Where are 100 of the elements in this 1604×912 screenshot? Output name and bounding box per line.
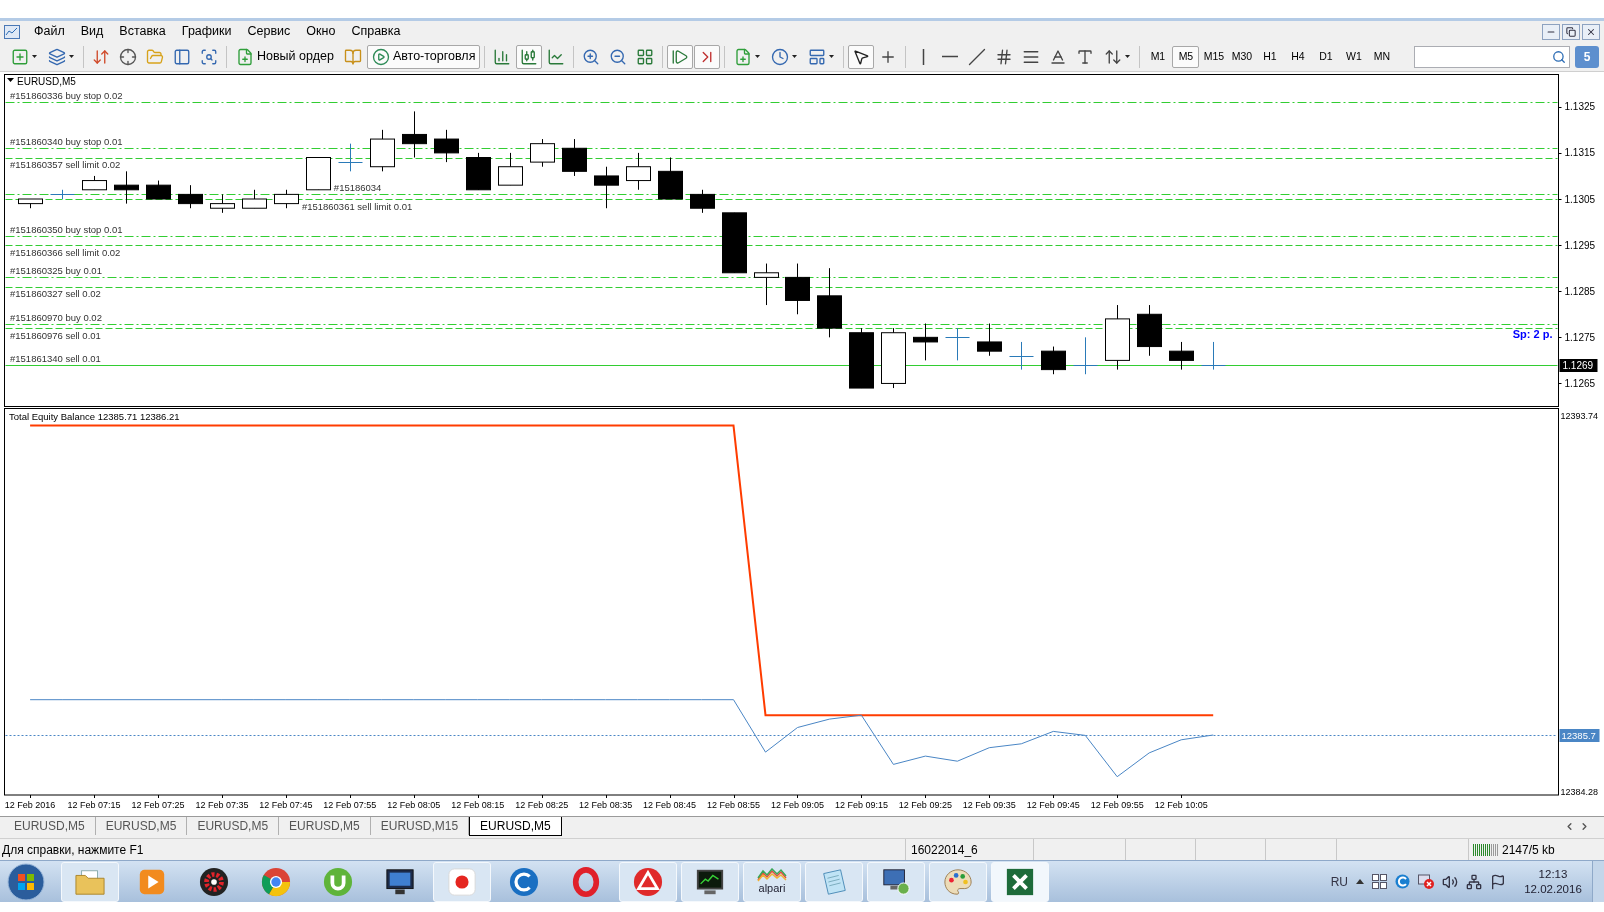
chart-tab[interactable]: EURUSD,M5 bbox=[4, 817, 96, 835]
candle-wick bbox=[542, 138, 543, 168]
restore-icon bbox=[1566, 26, 1576, 37]
candle bbox=[1137, 313, 1162, 348]
candle bbox=[498, 166, 523, 186]
candle-wick bbox=[638, 152, 639, 191]
autotrading-button[interactable]: Авто-торговля bbox=[366, 44, 481, 69]
candle bbox=[594, 175, 619, 186]
menu-item[interactable]: Сервис bbox=[239, 21, 299, 42]
candle-wick bbox=[1181, 341, 1182, 371]
candle bbox=[562, 147, 587, 172]
time-label: 12 Feb 09:55 bbox=[1090, 800, 1144, 810]
triangle-icon[interactable] bbox=[1356, 879, 1364, 884]
autoscroll-button[interactable] bbox=[694, 44, 721, 69]
panel-icon bbox=[173, 47, 191, 66]
candle bbox=[722, 212, 747, 274]
taskbar-button[interactable] bbox=[867, 861, 925, 902]
order-label: #151860340 buy stop 0.01 bbox=[10, 136, 123, 148]
orb-icon bbox=[7, 862, 45, 901]
candle-wick bbox=[1021, 341, 1022, 371]
circle-icon[interactable] bbox=[1395, 874, 1410, 889]
candle-wick bbox=[989, 323, 990, 357]
text-icon bbox=[1076, 47, 1095, 66]
price-label: 1.1285 bbox=[1564, 285, 1596, 297]
timeframe-button[interactable]: D1 bbox=[1312, 45, 1340, 68]
chart-window-icon[interactable] bbox=[4, 24, 20, 39]
wave-icon bbox=[757, 868, 787, 882]
grid-icon bbox=[636, 47, 655, 66]
time-label: 12 Feb 09:45 bbox=[1026, 800, 1080, 810]
horizontal-line-icon bbox=[942, 55, 959, 58]
order-label: #151860357 sell limit 0.02 bbox=[10, 159, 121, 171]
step-forward-icon bbox=[671, 47, 690, 66]
candle-wick bbox=[62, 189, 63, 200]
menu-item[interactable]: Окно bbox=[298, 21, 344, 42]
time-label: 12 Feb 07:15 bbox=[67, 800, 121, 810]
timeframe-button[interactable]: M5 bbox=[1172, 45, 1200, 68]
order-label: #151860976 sell 0.01 bbox=[10, 329, 101, 341]
timeframe-button[interactable]: MN bbox=[1368, 45, 1396, 68]
caret-icon bbox=[32, 55, 37, 58]
search-field[interactable] bbox=[1414, 45, 1570, 68]
ref-line-label: 12385.7 bbox=[1561, 730, 1596, 741]
timeframe-button[interactable]: M15 bbox=[1200, 45, 1228, 68]
menu-item[interactable]: Графики bbox=[173, 21, 240, 42]
chart-title: Total Equity Balance 12385.71 12386.21 bbox=[9, 411, 180, 422]
chart-tab[interactable]: EURUSD,M5 bbox=[469, 817, 562, 836]
new-order-button[interactable]: Новый ордер bbox=[231, 44, 339, 69]
folder-icon bbox=[146, 47, 164, 66]
timeframe-button[interactable]: M30 bbox=[1228, 45, 1256, 68]
menu-item[interactable]: Справка bbox=[343, 21, 409, 42]
flag-icon[interactable] bbox=[1490, 873, 1506, 890]
chart-tab[interactable]: EURUSD,M5 bbox=[95, 817, 188, 835]
menu-item[interactable]: Вид bbox=[72, 21, 112, 42]
taskbar-button[interactable]: alpari bbox=[743, 861, 801, 902]
price-label: 1.1295 bbox=[1564, 239, 1596, 251]
logo-tile-icon bbox=[447, 866, 477, 897]
book-icon bbox=[343, 47, 362, 66]
network-icon[interactable] bbox=[1466, 873, 1482, 890]
candle bbox=[785, 276, 810, 301]
squares-icon[interactable] bbox=[1372, 874, 1387, 889]
restore-button[interactable] bbox=[1562, 23, 1580, 40]
up-down-arrows-icon bbox=[92, 47, 110, 66]
timeframe-button[interactable]: H1 bbox=[1256, 45, 1284, 68]
chevron-right-icon[interactable] bbox=[1579, 820, 1590, 832]
template-icon bbox=[808, 47, 827, 66]
timeframe-button[interactable]: H4 bbox=[1284, 45, 1312, 68]
taskbar-button[interactable] bbox=[681, 861, 739, 902]
caret-icon[interactable] bbox=[7, 78, 14, 82]
menu-item[interactable]: Вставка bbox=[111, 21, 174, 42]
menu-item[interactable]: Файл bbox=[26, 21, 73, 42]
candle bbox=[1169, 350, 1194, 361]
close-button[interactable] bbox=[1582, 23, 1600, 40]
cursor-button[interactable] bbox=[848, 44, 875, 69]
round-logo-icon bbox=[323, 866, 353, 897]
candle bbox=[402, 133, 427, 145]
candle-chart-button[interactable] bbox=[516, 44, 543, 69]
speaker-icon[interactable] bbox=[1442, 873, 1458, 890]
monitor-icon bbox=[385, 866, 415, 897]
candle bbox=[1105, 318, 1130, 361]
timeframe-button[interactable]: M1 bbox=[1144, 45, 1172, 68]
clock-time[interactable]: 12:13 bbox=[1538, 866, 1568, 882]
candle bbox=[626, 166, 651, 182]
candle-wick bbox=[957, 327, 958, 361]
price-label: 1.1265 bbox=[1564, 377, 1596, 389]
chart-tab[interactable]: EURUSD,M5 bbox=[279, 817, 371, 835]
language-indicator[interactable]: RU bbox=[1330, 872, 1348, 891]
time-label: 12 Feb 09:35 bbox=[962, 800, 1016, 810]
candle-wick bbox=[414, 110, 415, 158]
clock-date[interactable]: 12.02.2016 bbox=[1524, 881, 1582, 897]
palette-icon bbox=[943, 866, 973, 897]
error-icon[interactable] bbox=[1418, 874, 1434, 889]
chart-tab[interactable]: EURUSD,M5 bbox=[187, 817, 280, 835]
price-label: 1.1275 bbox=[1564, 331, 1596, 343]
taskbar-button[interactable] bbox=[991, 861, 1049, 902]
candle bbox=[210, 203, 235, 209]
caret-icon bbox=[792, 55, 798, 58]
chart-shift-button[interactable] bbox=[667, 44, 694, 69]
timeframe-button[interactable]: W1 bbox=[1340, 45, 1368, 68]
signal-bars-icon bbox=[1473, 843, 1499, 856]
order-label: #151860361 sell limit 0.01 bbox=[301, 200, 413, 212]
gear-icon bbox=[199, 866, 229, 897]
